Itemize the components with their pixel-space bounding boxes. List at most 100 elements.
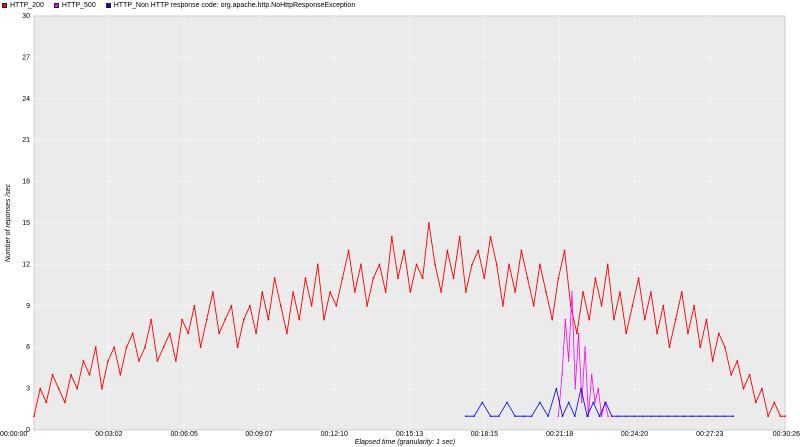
series-1-point-1 [561, 374, 563, 376]
y-tick-label-4: 12 [22, 261, 30, 268]
y-tick-label-2: 6 [26, 344, 30, 351]
series-0-point-14 [119, 373, 122, 376]
y-tick-label-5: 15 [22, 220, 30, 227]
series-0-point-51 [347, 249, 350, 252]
series-0-point-109 [705, 318, 708, 321]
chart-panel: HTTP_200 HTTP_500 HTTP_Non HTTP response… [0, 0, 800, 447]
series-0-point-77 [508, 263, 510, 266]
series-0-point-30 [218, 332, 220, 335]
x-tick-label-5: 00:15:13 [396, 431, 423, 438]
x-tick-label-10: 00:30:26 [773, 431, 800, 438]
series-0-point-20 [156, 360, 159, 362]
series-1-point-13 [600, 415, 603, 418]
legend-label-http-500: HTTP_500 [61, 2, 96, 9]
series-0-point-103 [668, 346, 671, 349]
series-0-point-54 [366, 304, 369, 307]
series-0-point-93 [606, 263, 609, 266]
series-0-point-108 [699, 346, 702, 349]
series-0-point-45 [310, 304, 313, 307]
series-0-point-43 [298, 318, 301, 321]
series-0-point-48 [329, 291, 332, 293]
series-0-point-70 [464, 291, 467, 293]
y-tick-label-6: 18 [22, 179, 30, 186]
series-1-point-15 [607, 415, 609, 418]
series-2-point-14 [574, 415, 576, 418]
x-tick-label-7: 00:21:18 [546, 431, 573, 438]
series-0-point-92 [600, 304, 603, 307]
series-0-point-81 [532, 304, 535, 307]
series-0-point-41 [286, 332, 288, 335]
series-2-point-8 [530, 415, 533, 418]
series-1-point-11 [594, 401, 596, 404]
legend-swatch-http-500 [53, 3, 59, 8]
series-0-point-37 [261, 291, 264, 293]
series-0-point-34 [242, 318, 245, 321]
series-2-point-24 [641, 415, 644, 418]
series-0-point-60 [403, 249, 406, 252]
y-tick-label-1: 3 [26, 386, 30, 393]
series-0-point-53 [360, 263, 362, 266]
series-0-point-95 [619, 291, 621, 293]
series-0-point-64 [427, 222, 430, 224]
series-1-point-10 [590, 374, 593, 376]
series-2-point-28 [674, 415, 677, 418]
series-2-point-4 [497, 415, 500, 418]
series-0-point-35 [249, 304, 251, 307]
legend-label-http-200: HTTP_200 [10, 2, 44, 9]
series-0-point-4 [57, 387, 60, 390]
series-0-point-44 [304, 277, 307, 280]
series-2-point-26 [658, 415, 660, 418]
series-0-point-106 [687, 332, 689, 335]
series-0-point-107 [693, 304, 696, 307]
series-0-point-2 [45, 401, 48, 404]
series-2-point-6 [514, 415, 516, 418]
series-0-point-118 [761, 387, 763, 390]
series-0-point-61 [409, 291, 412, 293]
series-0-point-1 [39, 387, 42, 390]
x-tick-label-4: 00:12:10 [321, 431, 348, 438]
series-1-point-4 [571, 291, 573, 293]
series-0-point-63 [421, 277, 424, 280]
series-0-point-58 [390, 235, 393, 238]
chart-legend: HTTP_200 HTTP_500 HTTP_Non HTTP response… [2, 1, 355, 10]
legend-item-http-500: HTTP_500 [53, 2, 96, 9]
series-0-point-74 [489, 235, 492, 238]
series-0-point-25 [187, 332, 190, 335]
series-0-point-83 [545, 291, 547, 293]
series-0-point-47 [323, 318, 325, 321]
series-2-point-16 [586, 415, 588, 418]
series-0-point-10 [94, 346, 97, 349]
series-0-point-38 [267, 318, 270, 321]
series-0-point-91 [594, 277, 597, 280]
x-tick-label-9: 00:27:23 [696, 431, 723, 438]
y-tick-label-9: 27 [22, 54, 30, 61]
series-0-point-90 [588, 318, 591, 321]
series-2-point-9 [539, 401, 541, 404]
series-0-point-104 [674, 318, 677, 321]
x-tick-label-3: 00:09:07 [245, 431, 272, 438]
legend-item-http-200: HTTP_200 [2, 2, 44, 9]
series-0-point-42 [292, 291, 295, 293]
series-2-point-22 [625, 415, 628, 418]
x-tick-label-6: 00:18:15 [471, 431, 498, 438]
series-0-point-3 [51, 373, 54, 376]
series-0-point-67 [446, 249, 449, 252]
series-0-point-94 [613, 318, 615, 321]
series-2-point-19 [604, 401, 607, 404]
legend-swatch-non-http [105, 3, 111, 8]
series-0-point-32 [230, 304, 233, 307]
y-tick-label-3: 9 [26, 303, 30, 310]
y-axis-label: Number of reponses /sec [5, 183, 12, 262]
series-0-point-7 [76, 387, 79, 390]
series-0-point-98 [637, 277, 640, 280]
series-0-point-82 [538, 263, 541, 266]
series-0-point-9 [88, 373, 91, 376]
series-0-point-24 [181, 318, 183, 321]
series-0-point-75 [495, 263, 498, 266]
series-2-point-11 [555, 387, 558, 390]
series-0-point-99 [643, 318, 646, 321]
series-0-point-65 [434, 263, 436, 266]
x-tick-label-2: 00:06:05 [170, 431, 197, 438]
series-0-point-113 [730, 373, 733, 376]
series-1-point-5 [574, 387, 577, 390]
